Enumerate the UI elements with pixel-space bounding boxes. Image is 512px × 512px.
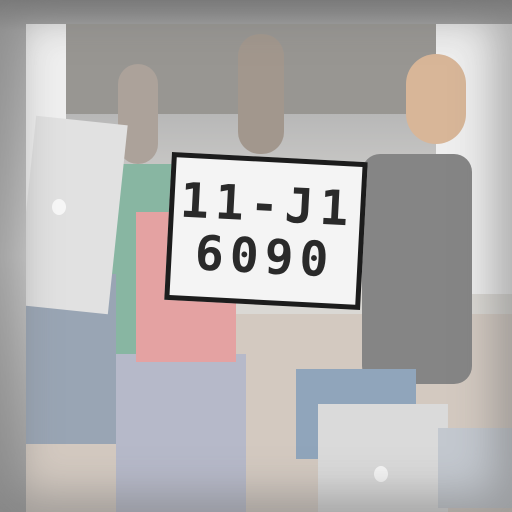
- license-plate: 11-J1 6090: [164, 151, 368, 311]
- plate-line-2: 6090: [193, 225, 336, 289]
- photo-frame: 11-J1 6090: [0, 0, 512, 512]
- person-middle-legs: [116, 354, 246, 512]
- apple-logo-left-icon: [52, 199, 66, 215]
- person-right-head: [406, 54, 466, 144]
- apple-logo-right-icon: [374, 466, 388, 482]
- laptop-right: [318, 404, 448, 512]
- laptop-far-right: [438, 428, 512, 508]
- person-right-body: [362, 154, 472, 384]
- person-middle-head: [238, 34, 284, 154]
